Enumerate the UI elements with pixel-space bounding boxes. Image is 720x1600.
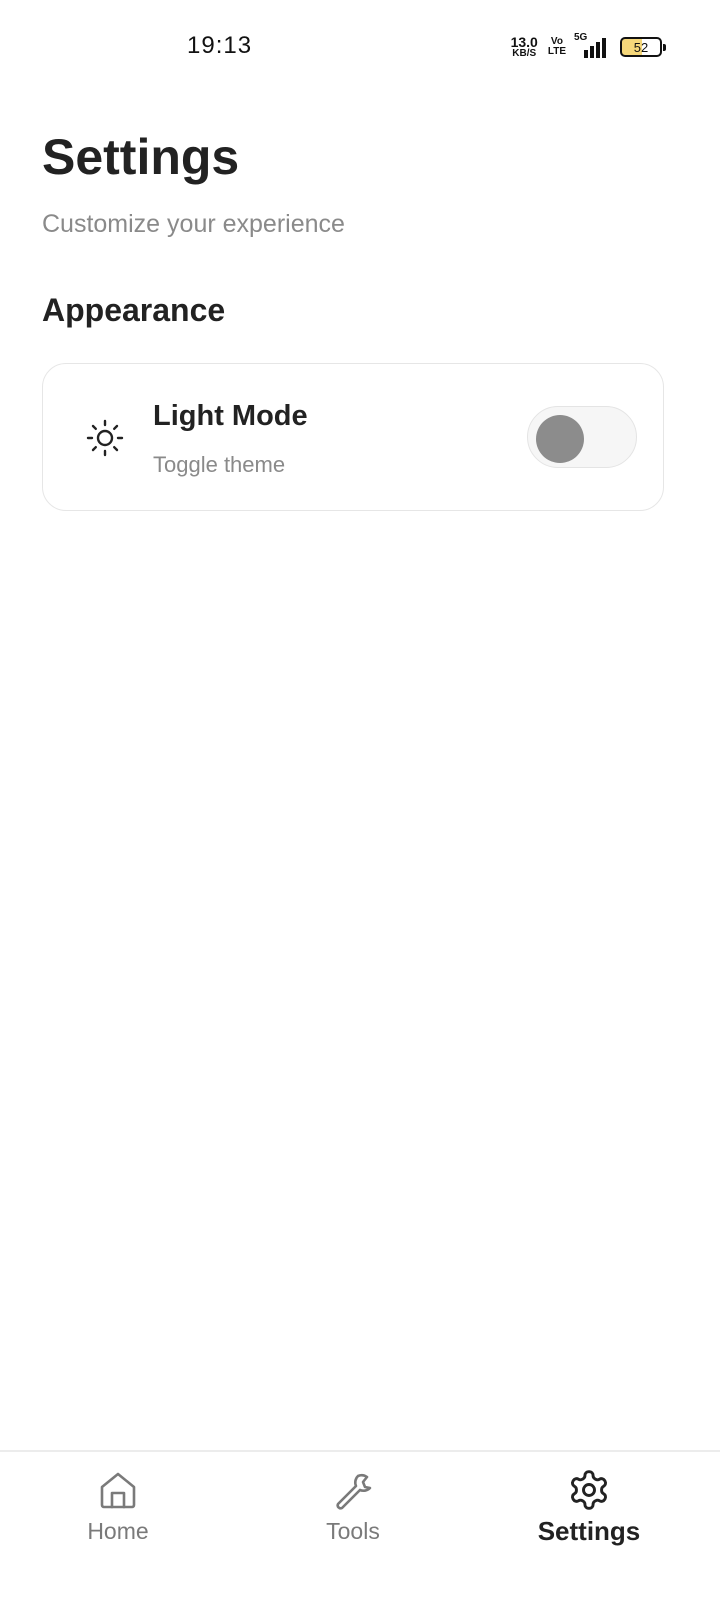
setting-description: Toggle theme — [153, 452, 286, 477]
light-mode-toggle[interactable] — [527, 406, 637, 468]
nav-item-home[interactable]: Home — [38, 1452, 198, 1562]
battery-level: 52 — [633, 39, 649, 55]
nav-item-tools[interactable]: Tools — [273, 1452, 433, 1562]
nav-label-home: Home — [87, 1518, 149, 1544]
section-title-appearance: Appearance — [42, 292, 226, 328]
settings-screen: 19:13 13.0 KB/S Vo LTE 5G 52 Settings Cu… — [0, 0, 720, 1600]
signal-strength-icon: 5G — [574, 32, 610, 58]
nav-label-tools: Tools — [326, 1518, 380, 1544]
network-speed-value: 13.0 — [510, 34, 538, 50]
page-subtitle: Customize your experience — [42, 210, 345, 238]
network-speed-unit: KB/S — [512, 48, 537, 59]
status-icons: 13.0 KB/S Vo LTE 5G 52 — [511, 32, 666, 60]
signal-bar — [596, 42, 600, 58]
page-title: Settings — [42, 129, 240, 185]
gear-icon — [567, 1468, 611, 1512]
toggle-knob — [536, 415, 584, 463]
bottom-nav: Home Tools Settings — [0, 1450, 720, 1600]
nav-item-settings[interactable]: Settings — [509, 1452, 669, 1562]
status-bar: 19:13 13.0 KB/S Vo LTE 5G 52 — [0, 0, 720, 90]
setting-card-light-mode: Light Mode Toggle theme — [42, 363, 664, 511]
battery-icon: 52 — [620, 37, 666, 57]
volte-icon: Vo LTE — [548, 37, 566, 57]
signal-bar — [590, 46, 594, 58]
status-time: 19:13 — [187, 32, 253, 59]
signal-bar — [602, 38, 606, 58]
network-speed-indicator: 13.0 KB/S — [511, 35, 538, 59]
volte-bottom-text: LTE — [547, 46, 566, 57]
wrench-icon — [331, 1468, 375, 1512]
nav-label-settings: Settings — [537, 1516, 641, 1546]
sun-icon — [83, 416, 127, 460]
signal-bar — [584, 50, 588, 58]
setting-label: Light Mode — [153, 400, 308, 432]
network-type-label: 5G — [574, 32, 588, 43]
home-icon — [96, 1468, 140, 1512]
